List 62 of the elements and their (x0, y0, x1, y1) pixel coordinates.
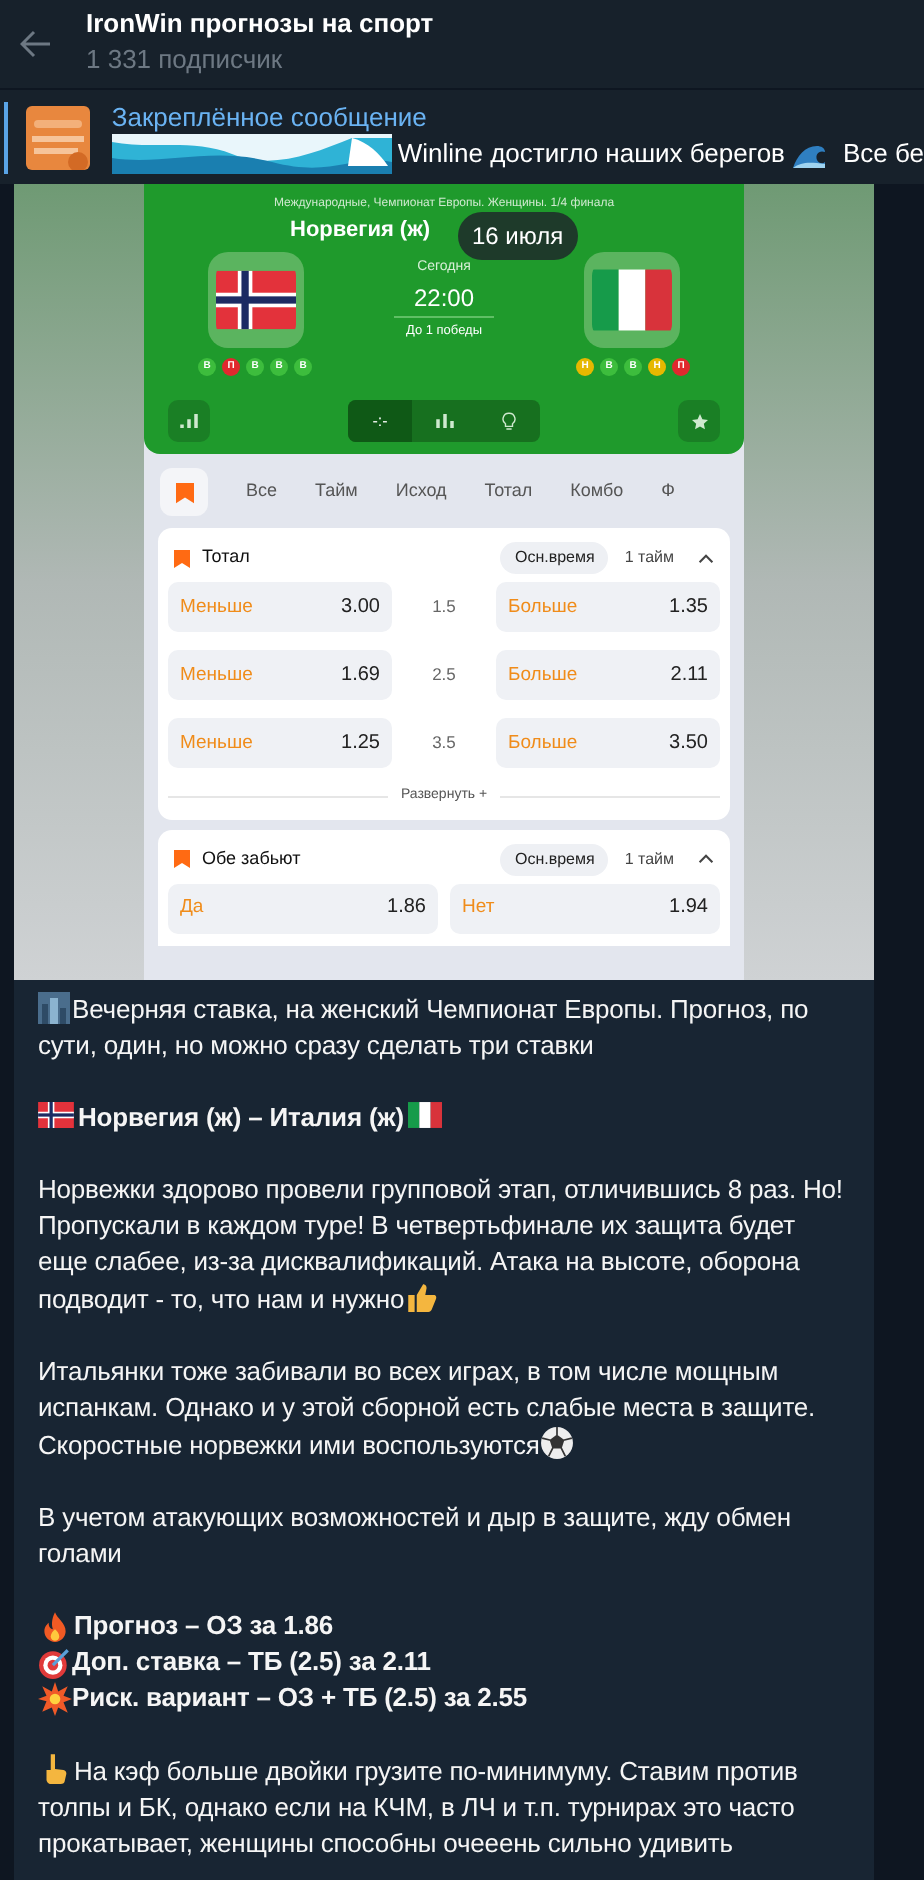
pinned-bar[interactable]: Закреплённое сообщение Winline достигло наших берегов Все бе (0, 88, 924, 184)
pinned-text: Winline достигло наших берегов (397, 135, 785, 172)
forecast-line: Прогноз – ОЗ за 1.86 (74, 1608, 333, 1644)
chevron-up-icon[interactable] (698, 553, 714, 563)
match-title: Норвегия (ж) (290, 215, 431, 246)
italy-flag-icon (408, 1102, 443, 1128)
half-label[interactable]: 1 тайм (624, 847, 674, 871)
market-tab[interactable]: Все (246, 478, 278, 506)
market-tab[interactable]: Ф (661, 478, 676, 506)
odds-button[interactable]: Больше 3.50 (496, 718, 720, 768)
total-line: 2.5 (430, 662, 458, 688)
channel-title: IronWin прогнозы на спорт (86, 8, 434, 40)
back-arrow-icon[interactable] (20, 30, 52, 58)
explosion-icon (38, 1681, 72, 1715)
period-chip[interactable]: Осн.время (500, 542, 609, 574)
bookmark-icon (174, 549, 190, 567)
odds-button[interactable]: Больше 1.35 (496, 582, 720, 632)
target-icon (38, 1645, 72, 1679)
forecast-line: Доп. ставка – ТБ (2.5) за 2.11 (72, 1644, 431, 1680)
market-tab[interactable]: Комбо (570, 478, 624, 506)
message-text: Норвегия (ж) – Италия (ж) (38, 1102, 443, 1132)
bookmark-icon (174, 850, 190, 868)
odds-button[interactable]: Меньше 3.00 (168, 582, 392, 632)
norway-flag-icon (38, 1102, 74, 1128)
market-tab[interactable]: Тотал (484, 478, 533, 506)
message-text: Вечерняя ставка, на женский Чемпионат Европы. Прогноз, по сути, один, но можно сразу сделать три ставки (38, 994, 809, 1060)
half-label[interactable]: 1 тайм (624, 546, 674, 570)
bookmark-icon (175, 481, 193, 503)
odds-button[interactable]: Меньше 1.25 (168, 718, 392, 768)
odds-button[interactable]: Больше 2.11 (496, 650, 720, 700)
fire-icon (38, 1609, 72, 1643)
odds-button[interactable]: Нет 1.94 (450, 883, 720, 933)
section-title: Тотал (202, 544, 250, 571)
market-tab[interactable]: Тайм (315, 478, 358, 506)
total-line: 1.5 (430, 594, 458, 620)
subscriber-count: 1 331 подписчик (86, 42, 285, 78)
forecast-line: Риск. вариант – ОЗ + ТБ (2.5) за 2.55 (72, 1680, 528, 1716)
period-chip[interactable]: Осн.время (500, 843, 609, 875)
total-line: 3.5 (430, 730, 458, 756)
date-pill: 16 июля (458, 212, 578, 260)
light-bulb-icon (501, 411, 515, 431)
signal-bars-icon (180, 414, 198, 428)
thumbs-up-icon (404, 1280, 439, 1314)
soccer-ball-icon (539, 1426, 574, 1460)
section-title: Обе забьют (202, 845, 301, 872)
pinned-text: Все бе (842, 135, 924, 172)
favorite-button[interactable] (678, 400, 720, 442)
match-time: 22:00 (413, 282, 474, 317)
message-text: Итальянки тоже забивали во всех играх, в том числе мощным испанкам. Однако и у этой сборной есть слабые места в защите. Скоростные норвежки ими воспользуются (38, 1356, 816, 1460)
odds-button[interactable]: Меньше 1.69 (168, 650, 392, 700)
pinned-title: Закреплённое сообщение (111, 101, 429, 133)
message-text: Норвежки здорово провели групповой этап, отличившись 8 раз. Но! Пропускали в каждом туре! В четвертьфинале их защита будет еще слабее, из-за дисквалификаций. Атака на высоте, оборона подводит - то, что нам и нужно (38, 1174, 843, 1314)
score-tab[interactable]: -:- (348, 400, 412, 442)
stats-button[interactable] (168, 400, 210, 442)
chevron-up-icon[interactable] (698, 854, 714, 864)
message-text: На кэф больше двойки грузите по-минимуму. Ставим против толпы и БК, однако если на КЧМ, в ЛЧ и т.п. турнирах это часто прокатывает, женщины способны очееень сильно удивить (38, 1756, 798, 1858)
star-icon (691, 413, 707, 429)
odds-button[interactable]: Да 1.86 (168, 883, 438, 933)
market-tab[interactable]: Исход (395, 478, 447, 506)
favorites-tab[interactable] (160, 468, 208, 516)
bar-chart-icon (435, 414, 453, 428)
message-text: В учетом атакующих возможностей и дыр в защите, жду обмен голами (38, 1502, 791, 1568)
